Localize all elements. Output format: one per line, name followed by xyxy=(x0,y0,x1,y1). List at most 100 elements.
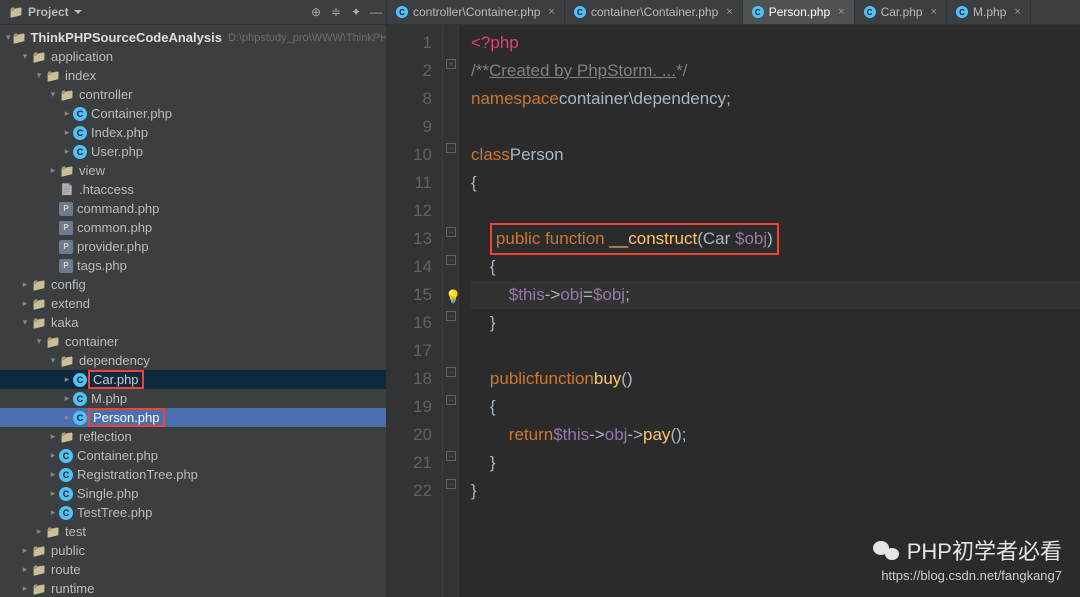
tree-item[interactable]: command.php xyxy=(0,199,386,218)
tree-item[interactable]: common.php xyxy=(0,218,386,237)
watermark-url: https://blog.csdn.net/fangkang7 xyxy=(873,568,1062,583)
fold-icon[interactable]: − xyxy=(446,367,456,377)
editor-tab[interactable]: M.php× xyxy=(947,0,1031,24)
fold-gutter[interactable]: + − − − − − − − − 💡 xyxy=(443,25,459,597)
tree-item[interactable]: Person.php xyxy=(0,408,386,427)
expand-icon[interactable]: ≑ xyxy=(326,5,346,19)
close-icon[interactable]: × xyxy=(1014,6,1020,18)
chevron-down-icon[interactable] xyxy=(74,10,82,14)
tree-item[interactable]: container xyxy=(0,332,386,351)
tree-item[interactable]: application xyxy=(0,47,386,66)
line-number: 10 xyxy=(387,141,432,169)
file-icon xyxy=(752,6,764,18)
tree-item[interactable]: RegistrationTree.php xyxy=(0,465,386,484)
editor-tab[interactable]: Car.php× xyxy=(855,0,947,24)
editor-area: controller\Container.php×container\Conta… xyxy=(387,0,1080,597)
fold-icon[interactable]: − xyxy=(446,255,456,265)
code-text: = xyxy=(583,281,593,309)
hide-icon[interactable]: — xyxy=(366,5,386,19)
code-text: container\dependency; xyxy=(559,85,731,113)
project-sidebar: Project ⊕ ≑ ✦ — ThinkPHPSourceCodeAnalys… xyxy=(0,0,387,597)
tree-item[interactable]: controller xyxy=(0,85,386,104)
file-icon xyxy=(864,6,876,18)
tree-item[interactable]: view xyxy=(0,161,386,180)
code-text: $this xyxy=(509,281,545,309)
tree-item[interactable]: Container.php xyxy=(0,446,386,465)
close-icon[interactable]: × xyxy=(548,6,554,18)
line-number: 21 xyxy=(387,449,432,477)
tree-item[interactable]: test xyxy=(0,522,386,541)
fold-icon[interactable]: − xyxy=(446,395,456,405)
line-number: 2 xyxy=(387,57,432,85)
code-text: function xyxy=(545,229,605,248)
project-title[interactable]: Project xyxy=(28,5,69,19)
tree-item[interactable]: Container.php xyxy=(0,104,386,123)
code-text: { xyxy=(490,393,496,421)
wechat-icon xyxy=(873,537,899,563)
tree-item[interactable]: Single.php xyxy=(0,484,386,503)
tree-item[interactable]: extend xyxy=(0,294,386,313)
code-text: /** xyxy=(471,57,489,85)
editor-tab[interactable]: controller\Container.php× xyxy=(387,0,565,24)
code-content[interactable]: <?php /** Created by PhpStorm. ...*/ nam… xyxy=(459,25,1080,597)
editor-tab[interactable]: container\Container.php× xyxy=(565,0,743,24)
gear-icon[interactable]: ✦ xyxy=(346,5,366,19)
project-header: Project ⊕ ≑ ✦ — xyxy=(0,0,386,25)
code-text: return xyxy=(509,421,553,449)
close-icon[interactable]: × xyxy=(838,6,844,18)
code-text: __construct xyxy=(609,229,697,248)
tree-item[interactable]: M.php xyxy=(0,389,386,408)
highlight-box: public function __construct(Car $obj) xyxy=(490,223,779,255)
close-icon[interactable]: × xyxy=(931,6,937,18)
code-text: function xyxy=(534,365,594,393)
tree-item[interactable]: tags.php xyxy=(0,256,386,275)
project-tree[interactable]: ThinkPHPSourceCodeAnalysisD:\phpstudy_pr… xyxy=(0,25,386,597)
line-number: 20 xyxy=(387,421,432,449)
locate-icon[interactable]: ⊕ xyxy=(306,5,326,19)
code-text: () xyxy=(621,365,632,393)
line-number: 13 xyxy=(387,225,432,253)
tree-item[interactable]: config xyxy=(0,275,386,294)
fold-icon[interactable]: − xyxy=(446,143,456,153)
code-text: $obj xyxy=(735,229,767,248)
tree-item[interactable]: provider.php xyxy=(0,237,386,256)
code-text: obj xyxy=(560,281,583,309)
editor-tabs: controller\Container.php×container\Conta… xyxy=(387,0,1080,25)
code-text: } xyxy=(471,477,477,505)
line-number: 17 xyxy=(387,337,432,365)
editor-tab[interactable]: Person.php× xyxy=(743,0,855,24)
code-text: { xyxy=(471,169,477,197)
tree-item[interactable]: TestTree.php xyxy=(0,503,386,522)
file-icon xyxy=(574,6,586,18)
fold-icon[interactable]: − xyxy=(446,451,456,461)
line-number: 11 xyxy=(387,169,432,197)
tree-item[interactable]: Car.php xyxy=(0,370,386,389)
code-text: -> xyxy=(545,281,561,309)
folder-icon xyxy=(8,4,24,20)
fold-icon[interactable]: + xyxy=(446,59,456,69)
close-icon[interactable]: × xyxy=(726,6,732,18)
tree-item[interactable]: User.php xyxy=(0,142,386,161)
tree-item[interactable]: runtime xyxy=(0,579,386,597)
code-text: obj xyxy=(605,421,628,449)
code-text: (Car xyxy=(697,229,735,248)
tree-item[interactable]: reflection xyxy=(0,427,386,446)
code-text: Person xyxy=(510,141,564,169)
tree-item[interactable]: public xyxy=(0,541,386,560)
fold-icon[interactable]: − xyxy=(446,227,456,237)
tree-item[interactable]: ThinkPHPSourceCodeAnalysisD:\phpstudy_pr… xyxy=(0,28,386,47)
line-number: 18 xyxy=(387,365,432,393)
fold-icon[interactable]: − xyxy=(446,479,456,489)
code-text: ) xyxy=(767,229,773,248)
line-gutter: 128910111213141516171819202122 xyxy=(387,25,443,597)
tree-item[interactable]: index xyxy=(0,66,386,85)
tree-item[interactable]: route xyxy=(0,560,386,579)
code-text: } xyxy=(490,309,496,337)
tree-item[interactable]: .htaccess xyxy=(0,180,386,199)
tree-item[interactable]: kaka xyxy=(0,313,386,332)
tree-item[interactable]: dependency xyxy=(0,351,386,370)
line-number: 16 xyxy=(387,309,432,337)
code-editor[interactable]: 128910111213141516171819202122 + − − − −… xyxy=(387,25,1080,597)
tree-item[interactable]: Index.php xyxy=(0,123,386,142)
fold-icon[interactable]: − xyxy=(446,311,456,321)
